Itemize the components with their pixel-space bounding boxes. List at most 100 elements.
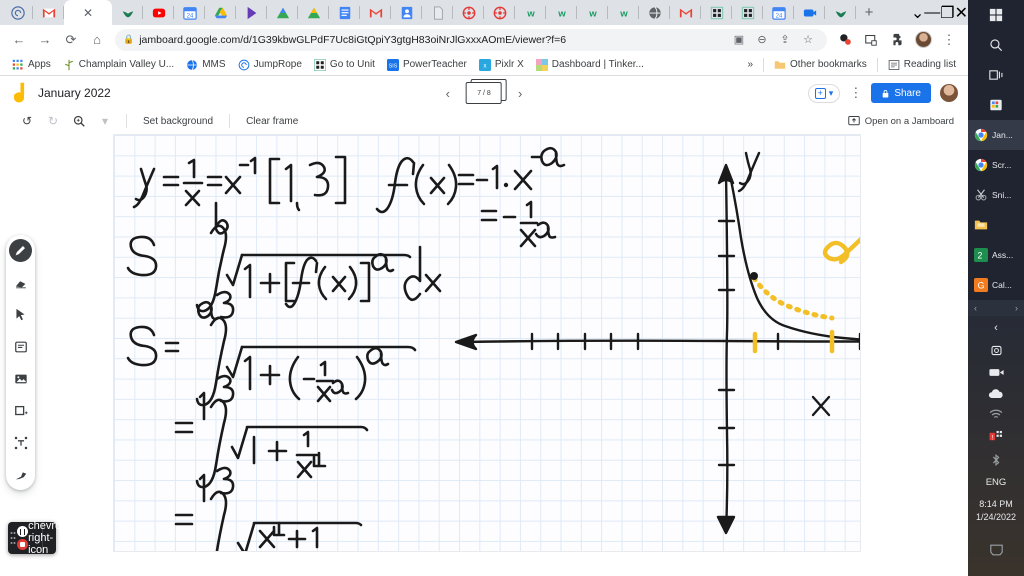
jam-title[interactable]: January 2022 <box>38 86 111 100</box>
tab-calendar-2[interactable]: 24 <box>763 0 794 25</box>
pause-icon[interactable] <box>17 526 28 537</box>
open-on-jamboard-button[interactable]: Open on a Jamboard <box>847 115 954 127</box>
taskbar-chrome-jamboard[interactable]: Jan... <box>968 120 1024 150</box>
tab-file[interactable] <box>422 0 453 25</box>
tab-search-button[interactable]: ⌄ <box>911 3 924 23</box>
tab-drive-2[interactable] <box>298 0 329 25</box>
store-button[interactable] <box>968 90 1024 120</box>
bookmark-powerteacher[interactable]: SIS PowerTeacher <box>381 55 473 75</box>
tab-pinwheel-2[interactable] <box>484 0 515 25</box>
task-view-button[interactable] <box>968 60 1024 90</box>
redo-icon[interactable]: ↻ <box>40 111 66 131</box>
close-icon[interactable]: ✕ <box>83 7 93 19</box>
taskbar-chrome-screencast[interactable]: Scr... <box>968 150 1024 180</box>
zoom-icon[interactable] <box>66 111 92 131</box>
bookmark-apps[interactable]: Apps <box>6 55 57 75</box>
bookmark-mms[interactable]: MMS <box>180 55 231 75</box>
taskbar-assignments[interactable]: 2 Ass... <box>968 240 1024 270</box>
taskbar-scroll-right[interactable]: › <box>1015 303 1018 313</box>
taskbar-calculator[interactable]: G Cal... <box>968 270 1024 300</box>
tray-bluetooth-icon[interactable] <box>968 453 1024 467</box>
tab-meet[interactable] <box>794 0 825 25</box>
tab-w-1[interactable]: w <box>515 0 546 25</box>
tab-spiral[interactable] <box>2 0 33 25</box>
tray-collapse-button[interactable]: ‹ <box>968 322 1024 334</box>
bookmark-tinkercad[interactable]: Dashboard | Tinker... <box>530 55 650 75</box>
laser-tool[interactable] <box>9 463 32 486</box>
pen-tool[interactable] <box>9 239 32 262</box>
tray-screencast-icon[interactable] <box>968 367 1024 378</box>
tab-calendar[interactable]: 24 <box>174 0 205 25</box>
zoom-out-icon[interactable]: ⊖ <box>751 29 773 51</box>
sticky-note-tool[interactable] <box>9 335 32 358</box>
tray-camera-icon[interactable] <box>968 344 1024 357</box>
tab-w-4[interactable]: w <box>608 0 639 25</box>
tab-gmail-2[interactable] <box>360 0 391 25</box>
clear-frame-button[interactable]: Clear frame <box>238 116 306 127</box>
tab-globe[interactable] <box>639 0 670 25</box>
back-button[interactable]: ← <box>6 27 32 53</box>
shape-tool[interactable] <box>9 399 32 422</box>
recorder-expand-button[interactable]: chevron-right-icon <box>28 520 71 556</box>
tab-play[interactable] <box>236 0 267 25</box>
drag-grip-icon[interactable] <box>8 531 17 545</box>
language-indicator[interactable]: ENG <box>968 477 1024 488</box>
reload-button[interactable]: ⟳ <box>58 27 84 53</box>
tab-youtube[interactable] <box>143 0 174 25</box>
undo-icon[interactable]: ↺ <box>14 111 40 131</box>
select-tool[interactable] <box>9 303 32 326</box>
home-button[interactable]: ⌂ <box>84 27 110 53</box>
tab-w-2[interactable]: w <box>546 0 577 25</box>
eraser-tool[interactable] <box>9 271 32 294</box>
tab-docs[interactable] <box>329 0 360 25</box>
bookmark-star-icon[interactable]: ☆ <box>797 29 819 51</box>
taskbar-scroll-left[interactable]: ‹ <box>974 303 977 313</box>
tab-active-jamboard[interactable]: ✕ <box>64 0 112 25</box>
media-cast-icon[interactable]: ▣ <box>728 29 750 51</box>
tab-schoology[interactable] <box>112 0 143 25</box>
address-bar[interactable]: 🔒 jamboard.google.com/d/1G39kbwGLPdF7Uc8… <box>115 28 827 51</box>
tab-gmail-3[interactable] <box>670 0 701 25</box>
close-window-button[interactable]: ✕ <box>955 3 968 23</box>
taskbar-explorer[interactable] <box>968 210 1024 240</box>
image-tool[interactable] <box>9 367 32 390</box>
prev-frame-button[interactable]: ‹ <box>446 86 450 101</box>
search-button[interactable] <box>968 30 1024 60</box>
extensions-puzzle-icon[interactable] <box>884 27 910 53</box>
bookmark-go-to-unit[interactable]: Go to Unit <box>308 55 381 75</box>
minimize-button[interactable]: — <box>924 4 940 22</box>
text-box-tool[interactable] <box>9 431 32 454</box>
tab-w-3[interactable]: w <box>577 0 608 25</box>
stop-record-icon[interactable] <box>17 539 28 550</box>
reading-list-button[interactable]: Reading list <box>882 55 962 75</box>
share-button[interactable]: Share <box>871 83 931 103</box>
tray-onedrive-icon[interactable] <box>968 388 1024 399</box>
screenshot-icon[interactable] <box>858 27 884 53</box>
tray-wifi-icon[interactable] <box>968 409 1024 420</box>
tab-grid-2[interactable] <box>732 0 763 25</box>
new-tab-button[interactable]: + <box>856 0 882 25</box>
other-bookmarks-button[interactable]: Other bookmarks <box>768 55 873 75</box>
profile-avatar[interactable] <box>910 27 936 53</box>
jam-frame-canvas[interactable] <box>114 135 860 551</box>
tab-grid-1[interactable] <box>701 0 732 25</box>
tab-contacts[interactable] <box>391 0 422 25</box>
tab-gmail[interactable] <box>33 0 64 25</box>
forward-button[interactable]: → <box>32 27 58 53</box>
share-icon[interactable]: ⇪ <box>774 29 796 51</box>
bookmarks-overflow-button[interactable]: » <box>741 55 759 75</box>
clock[interactable]: 8:14 PM 1/24/2022 <box>976 498 1016 523</box>
extension-red-icon[interactable] <box>832 27 858 53</box>
tray-updates-icon[interactable]: ! <box>968 430 1024 443</box>
bookmark-jumprope[interactable]: JumpRope <box>232 55 308 75</box>
add-frame-button[interactable]: + ▾ <box>807 83 841 103</box>
kebab-menu-icon[interactable]: ⋮ <box>936 27 962 53</box>
bookmark-pixlr[interactable]: x Pixlr X <box>473 55 530 75</box>
tab-schoology-2[interactable] <box>825 0 856 25</box>
tab-drive-1[interactable] <box>267 0 298 25</box>
zoom-caret-icon[interactable]: ▾ <box>92 111 118 131</box>
taskbar-snip[interactable]: Sni... <box>968 180 1024 210</box>
action-center-icon[interactable] <box>968 543 1024 557</box>
set-background-button[interactable]: Set background <box>135 116 221 127</box>
next-frame-button[interactable]: › <box>518 86 522 101</box>
